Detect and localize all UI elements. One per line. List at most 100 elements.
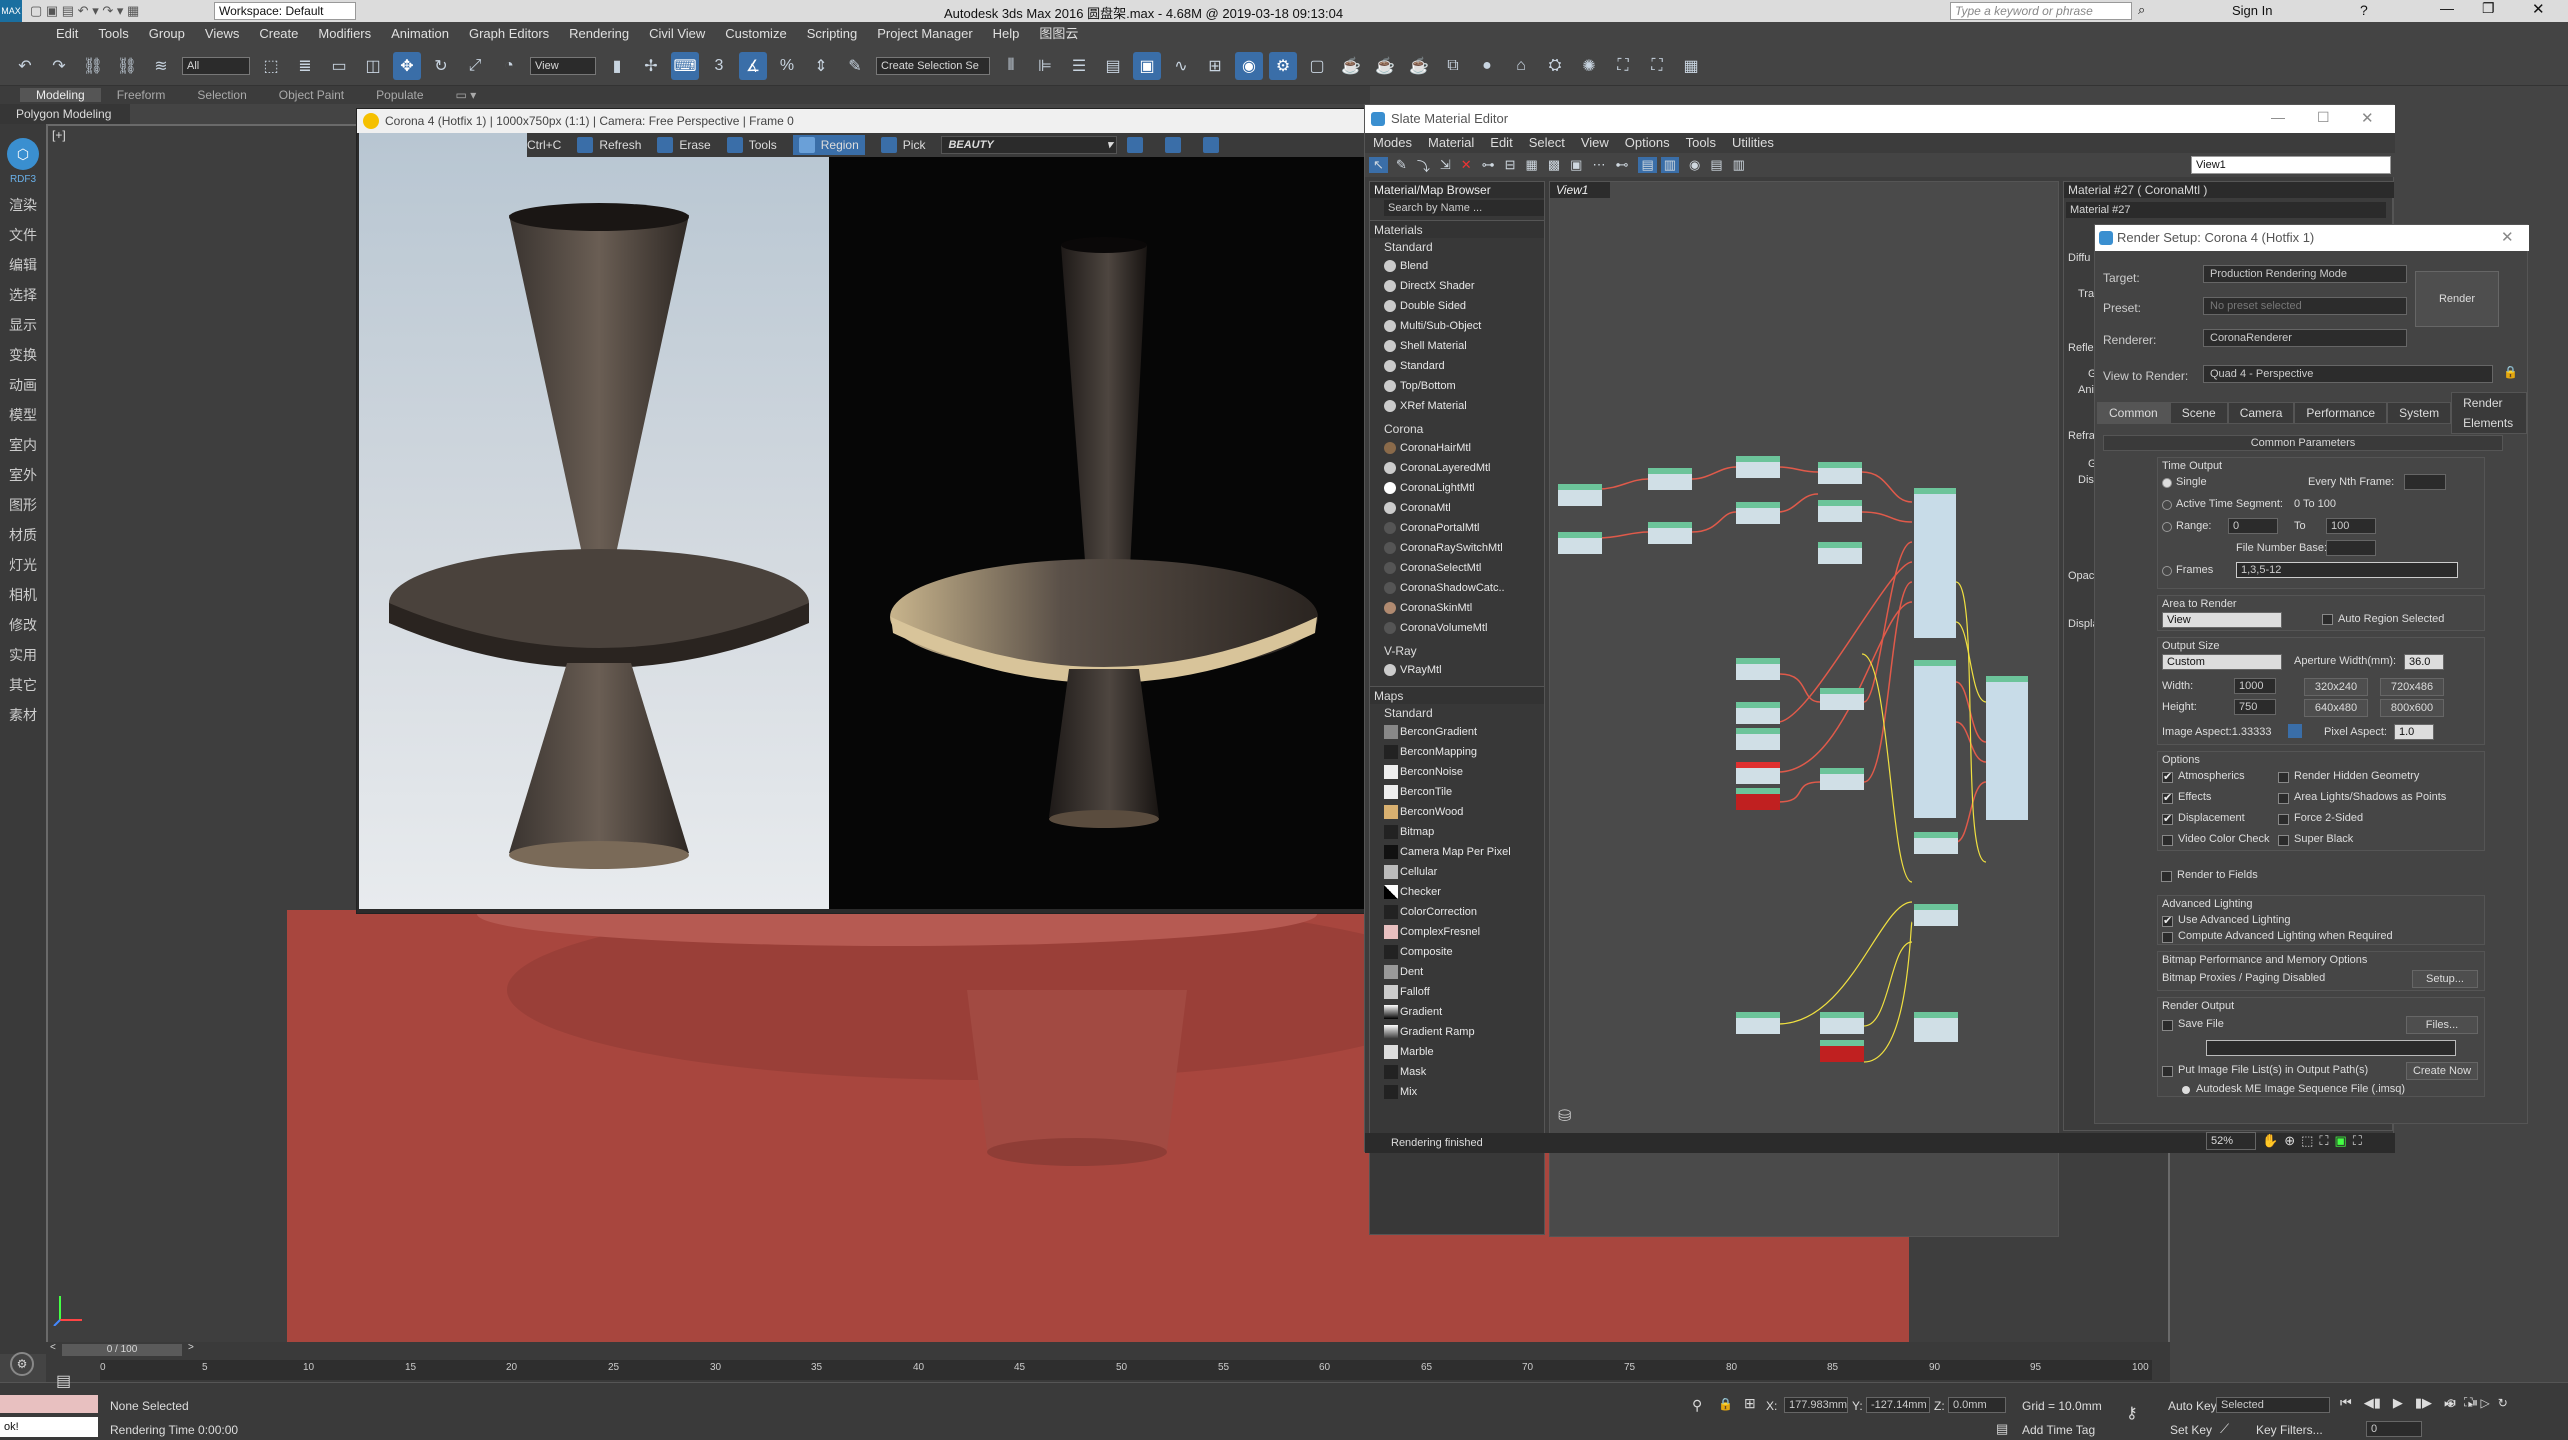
browser-item[interactable]: BerconNoise <box>1370 762 1544 782</box>
slate-select-tool-icon[interactable]: ↖ <box>1369 157 1388 173</box>
browser-section-maps[interactable]: Maps <box>1370 686 1544 704</box>
camera-icon[interactable]: ⌂ <box>1507 52 1535 80</box>
signin-link[interactable]: Sign In <box>2232 3 2272 18</box>
time-slider-right-icon[interactable]: > <box>188 1342 194 1353</box>
material-node[interactable] <box>1736 728 1780 750</box>
lock-icon[interactable]: 🔒 <box>2503 365 2518 379</box>
single-radio[interactable] <box>2162 478 2172 488</box>
menu-project-manager[interactable]: Project Manager <box>867 22 982 46</box>
browser-item[interactable]: Composite <box>1370 942 1544 962</box>
ribbon-options-icon[interactable]: ▭ ▾ <box>440 88 493 102</box>
create-now-button[interactable]: Create Now <box>2406 1062 2478 1080</box>
material-node[interactable] <box>1818 462 1862 484</box>
ribbon-icon[interactable]: ▣ <box>1133 51 1161 80</box>
atmospherics-checkbox[interactable] <box>2162 770 2173 783</box>
tab-freeform[interactable]: Freeform <box>101 88 182 102</box>
minimize-icon[interactable]: — <box>2440 0 2454 16</box>
leftbar-edit[interactable]: 编辑 <box>0 250 46 280</box>
material-node[interactable] <box>1736 658 1780 680</box>
menu-scripting[interactable]: Scripting <box>797 22 868 46</box>
vfb-zoom-out-button[interactable] <box>1165 137 1187 153</box>
slate-menu-view[interactable]: View <box>1573 133 1617 153</box>
save-file-checkbox[interactable] <box>2162 1020 2173 1031</box>
scatter-icon[interactable]: ✺ <box>1575 52 1603 80</box>
browser-item[interactable]: Falloff <box>1370 982 1544 1002</box>
slate-view-dropdown[interactable]: View1 <box>2191 156 2391 174</box>
named-selection-dropdown[interactable]: Create Selection Se <box>876 56 990 75</box>
autodesk-me-radio[interactable] <box>2182 1086 2190 1094</box>
app-logo-icon[interactable]: MAX <box>0 0 22 22</box>
browser-item[interactable]: Gradient Ramp <box>1370 1022 1544 1042</box>
ref-coord-dropdown[interactable]: View <box>530 56 596 75</box>
slate-menu-utilities[interactable]: Utilities <box>1724 133 1782 153</box>
menu-create[interactable]: Create <box>249 22 308 46</box>
browser-item[interactable]: Mix <box>1370 1082 1544 1102</box>
browser-item[interactable]: Standard <box>1370 356 1544 376</box>
vfb-copy-button[interactable]: Ctrl+C <box>527 138 561 152</box>
search-input[interactable]: Type a keyword or phrase <box>1950 2 2132 20</box>
tab-scene[interactable]: Scene <box>2169 402 2228 424</box>
render-production-icon[interactable]: ☕ <box>1337 52 1365 80</box>
schematic-view-icon[interactable]: ⊞ <box>1201 52 1229 80</box>
browser-item[interactable]: BerconMapping <box>1370 742 1544 762</box>
browser-item[interactable]: DirectX Shader <box>1370 276 1544 296</box>
menu-animation[interactable]: Animation <box>381 22 459 46</box>
viewport-layout-icon[interactable]: ▤ <box>56 1371 71 1391</box>
target-dropdown[interactable]: Production Rendering Mode <box>2203 265 2407 283</box>
corona-tools-icon[interactable]: ⛶ <box>1643 52 1671 80</box>
spinner-snap-icon[interactable]: ⇕ <box>807 52 835 80</box>
align-icon[interactable]: ⊫ <box>1031 52 1059 80</box>
slate-delete-icon[interactable]: ✕ <box>1461 157 1472 173</box>
corona-mtl-node[interactable] <box>1986 676 2028 820</box>
move-icon[interactable]: ✢ <box>637 52 665 80</box>
time-slider[interactable]: 0 / 100 <box>62 1344 182 1356</box>
file-number-base-field[interactable] <box>2326 540 2376 556</box>
percent-snap-icon[interactable]: % <box>773 52 801 80</box>
compute-adv-checkbox[interactable] <box>2162 932 2173 943</box>
browser-item[interactable]: ComplexFresnel <box>1370 922 1544 942</box>
browser-item[interactable]: Bitmap <box>1370 822 1544 842</box>
slate-select-by-mat-icon[interactable]: ◉ <box>1689 157 1700 173</box>
menu-rendering[interactable]: Rendering <box>559 22 639 46</box>
aspect-lock-icon[interactable] <box>2288 724 2302 738</box>
node-view[interactable]: View1 ⛁ <box>1549 181 2059 1237</box>
select-by-name-icon[interactable]: ≣ <box>291 52 319 80</box>
menu-views[interactable]: Views <box>195 22 249 46</box>
vfb-zoom-fit-button[interactable] <box>1203 137 1225 153</box>
browser-item[interactable]: CoronaHairMtl <box>1370 438 1544 458</box>
key-icon[interactable]: ⚷ <box>2126 1403 2138 1423</box>
preset-800x600-button[interactable]: 800x600 <box>2380 699 2444 717</box>
settings-gear-icon[interactable]: ⚙ <box>10 1352 34 1376</box>
browser-sub-maps-standard[interactable]: Standard <box>1370 704 1544 722</box>
snap-3d-icon[interactable]: 3 <box>705 52 733 80</box>
leftbar-camera[interactable]: 相机 <box>0 580 46 610</box>
leftbar-light[interactable]: 灯光 <box>0 550 46 580</box>
pixel-aspect-field[interactable]: 1.0 <box>2394 724 2434 740</box>
vfb-erase-button[interactable]: Erase <box>657 137 711 153</box>
effects-checkbox[interactable] <box>2162 791 2173 804</box>
material-node[interactable] <box>1648 468 1692 490</box>
browser-item[interactable]: Mask <box>1370 1062 1544 1082</box>
keyboard-shortcut-icon[interactable]: ⌨ <box>671 51 699 80</box>
material-node[interactable] <box>1820 688 1864 710</box>
zoom-extents-icon[interactable]: ⛶ <box>2464 1395 2472 1410</box>
zoom-icon[interactable]: ⊕ <box>2284 1133 2295 1149</box>
proxy-icon[interactable]: ⛭ <box>1541 52 1569 80</box>
tab-performance[interactable]: Performance <box>2294 402 2388 424</box>
maximize-viewport-icon[interactable]: ⛶ <box>2353 1133 2362 1149</box>
browser-search-input[interactable]: Search by Name ... <box>1384 200 1544 216</box>
absolute-mode-icon[interactable]: ⊞ <box>1744 1395 1756 1412</box>
link-icon[interactable]: ⛓ <box>79 52 107 80</box>
curve-editor-icon[interactable]: ∿ <box>1167 52 1195 80</box>
set-key-icon[interactable]: ⟋ <box>2220 1421 2229 1437</box>
auto-region-checkbox[interactable] <box>2322 614 2333 625</box>
bitmap-setup-button[interactable]: Setup... <box>2412 970 2478 988</box>
render-setup-icon[interactable]: ⚙ <box>1269 51 1297 80</box>
render-hidden-checkbox[interactable] <box>2278 772 2289 783</box>
frames-field[interactable]: 1,3,5-12 <box>2236 562 2458 578</box>
browser-item[interactable]: Top/Bottom <box>1370 376 1544 396</box>
material-name-field[interactable]: Material #27 <box>2066 202 2386 218</box>
browser-sub-corona[interactable]: Corona <box>1370 420 1544 438</box>
render-activeshade-icon[interactable]: ☕ <box>1405 52 1433 80</box>
preset-dropdown[interactable]: No preset selected <box>2203 297 2407 315</box>
